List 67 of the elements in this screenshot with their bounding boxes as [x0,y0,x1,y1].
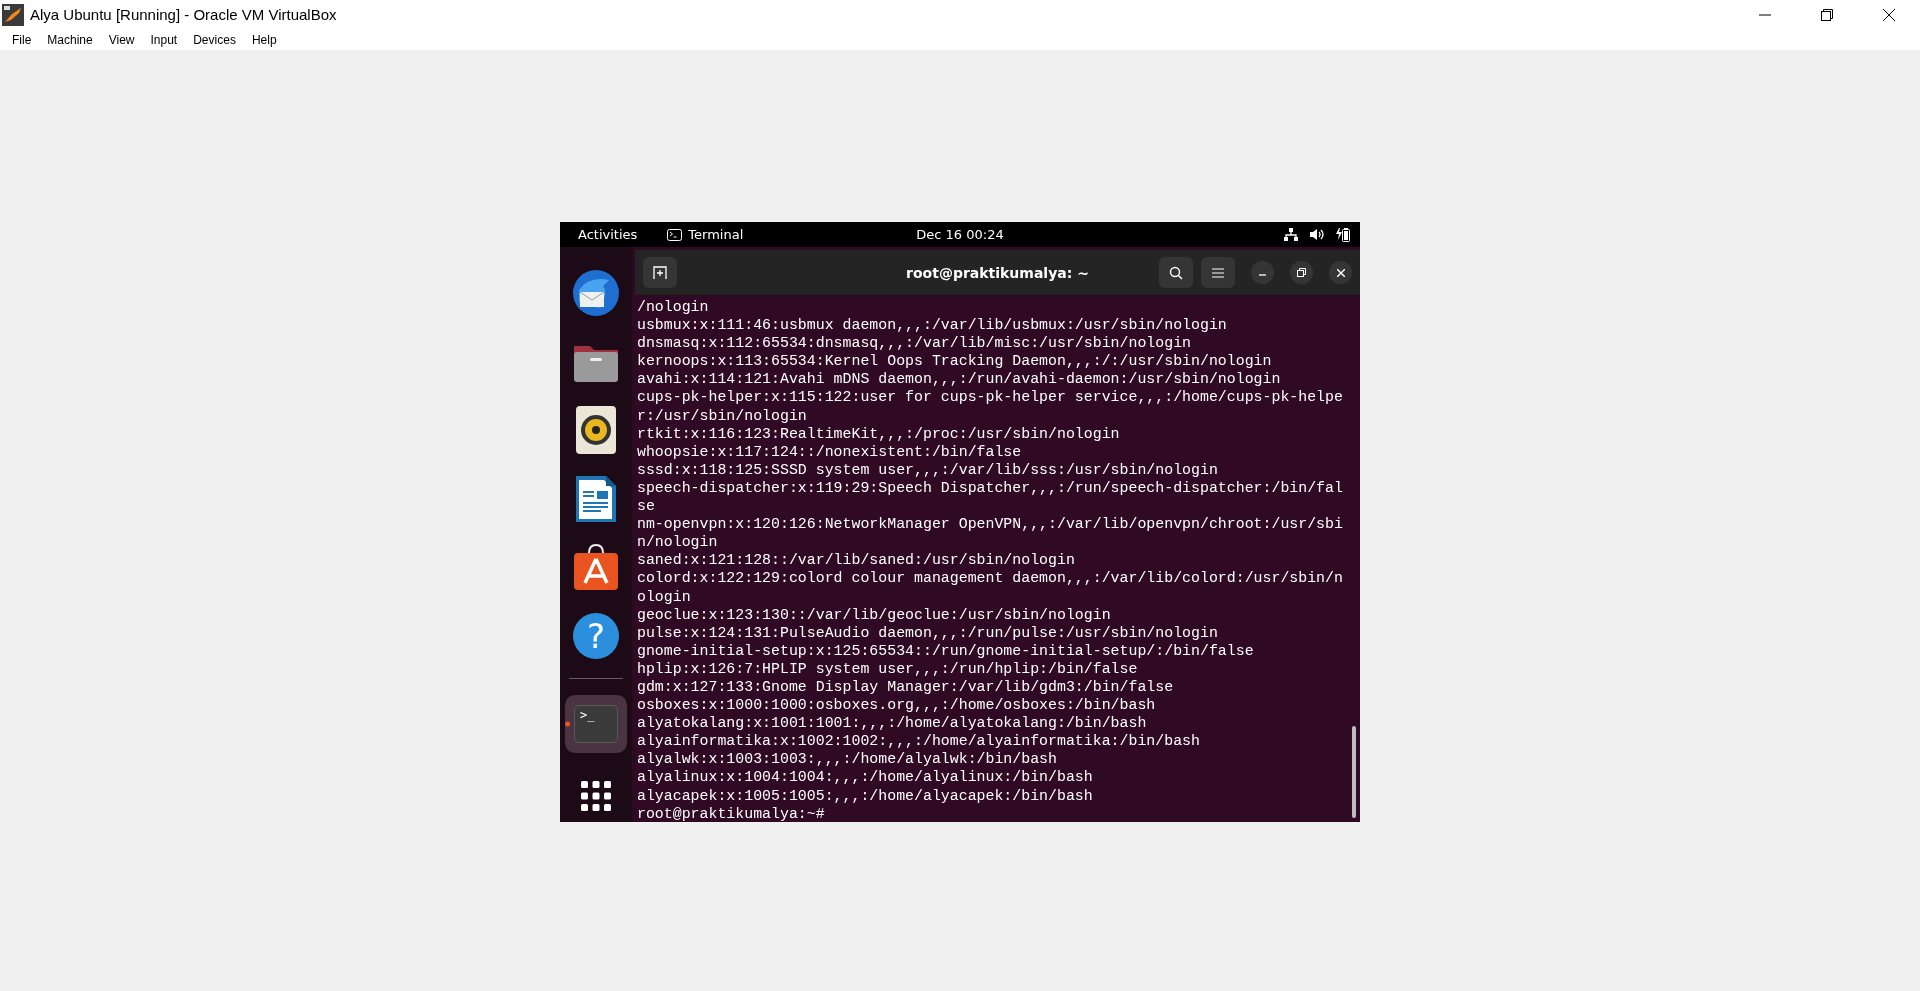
menu-item[interactable]: File [4,32,40,47]
terminal-line: avahi:x:114:121:Avahi mDNS daemon,,,:/run/avahi-daemon:/usr/sbin/nologin [637,370,1281,389]
activities-button[interactable]: Activities [560,227,656,242]
menu-button[interactable] [1201,257,1235,288]
menu-item[interactable]: Devices [185,32,244,47]
speaker-icon[interactable] [576,406,616,455]
terminal-line: geoclue:x:123:130::/var/lib/geoclue:/usr/sbin/nologin [637,605,1111,624]
menu-icon [1212,267,1224,278]
new-tab-button[interactable] [643,257,677,288]
terminal-line: rtkit:x:116:123:RealtimeKit,,,:/proc:/usr/sbin/nologin [637,424,1120,443]
close-icon [1336,268,1345,277]
terminal-icon [667,228,683,241]
terminal-line: usbmux:x:111:46:usbmux daemon,,,:/var/lib/usbmux:/usr/sbin/nologin [637,316,1227,335]
close-icon [1883,8,1895,21]
close-button[interactable] [1329,261,1352,284]
terminal-line: root@praktikumalya:~# [637,804,825,822]
active-dock-item[interactable]: >_ [565,695,627,754]
terminal-line: nm-openvpn:x:120:126:NetworkManager OpenVPN,,,:/var/lib/openvpn/chroot:/usr/sbi [637,515,1343,534]
maximize-button[interactable] [1290,261,1313,284]
terminal-line: se [637,497,655,516]
app-logo-icon [2,3,24,26]
terminal-line: n/nologin [637,533,718,552]
terminal-line: kernoops:x:113:65534:Kernel Oops Tracking Daemon,,,:/:/usr/sbin/nologin [637,352,1272,371]
bird-envelope-icon[interactable] [571,268,621,319]
terminal-icon[interactable]: >_ [574,705,618,744]
terminal-line: osboxes:x:1000:1000:osboxes.org,,,:/home/osboxes:/bin/bash [637,696,1156,715]
terminal-line: /nologin [637,298,709,317]
minimize-icon [1259,274,1266,276]
terminal-line: alyatokalang:x:1001:1001:,,,:/home/alyatokalang:/bin/bash [637,714,1147,733]
terminal-title: root@praktikumalya: ~ [906,264,1089,281]
menu-item[interactable]: Help [243,32,285,47]
terminal-line: alyalinux:x:1004:1004:,,,:/home/alyalinux:/bin/bash [637,768,1093,787]
terminal-line: gdm:x:127:133:Gnome Display Manager:/var/lib/gdm3:/bin/false [637,677,1174,697]
menu-item[interactable]: Input [142,32,186,47]
terminal-line: cups-pk-helper:x:115:122:user for cups-pk-helper service,,,:/home/cups-pk-helpe [637,388,1343,407]
volume-icon[interactable] [1310,228,1324,241]
terminal-line: pulse:x:124:131:PulseAudio daemon,,,:/run/pulse:/usr/sbin/nologin [637,623,1218,642]
restore-icon [1821,8,1833,21]
terminal-line: dnsmasq:x:112:65534:dnsmasq,,,:/var/lib/misc:/usr/sbin/nologin [637,334,1192,353]
new-tab-icon [653,265,667,280]
terminal-line: r:/usr/sbin/nologin [637,406,807,425]
document-icon[interactable] [575,474,617,523]
network-icon[interactable] [1284,228,1298,241]
terminal-line: hplip:x:126:7:HPLIP system user,,,:/run/hplip:/bin/false [637,659,1138,678]
app-grid-icon[interactable] [581,780,611,811]
terminal-line: alyacapek:x:1005:1005:,,,:/home/alyacapek:/bin/bash [637,786,1093,805]
terminal-line: gnome-initial-setup:x:125:65534::/run/gnome-initial-setup/:/bin/false [637,641,1254,660]
terminal-line: alyalwk:x:1003:1003:,,,:/home/alyalwk:/bin/bash [637,750,1057,769]
battery-icon[interactable] [1336,227,1350,242]
minimize-button[interactable] [1251,261,1274,284]
menu-item[interactable]: View [100,32,143,47]
maximize-icon [1297,268,1306,277]
terminal-line: saned:x:121:128::/var/lib/saned:/usr/sbin/nologin [637,551,1075,570]
terminal-line: colord:x:122:129:colord colour management daemon,,,:/var/lib/colord:/usr/sbin/n [637,569,1343,588]
search-icon [1169,265,1183,280]
shopping-bag-icon[interactable] [573,543,619,592]
scrollbar[interactable] [1352,726,1356,818]
terminal-line: alyainformatika:x:1002:1002:,,,:/home/alyainformatika:/bin/bash [637,732,1200,751]
terminal-line: speech-dispatcher:x:119:29:Speech Dispatcher,,,:/run/speech-dispatcher:/bin/fal [637,478,1343,498]
menu-item[interactable]: Machine [39,32,101,47]
terminal-line: ologin [637,587,691,606]
app-menu-label[interactable]: Terminal [688,227,744,242]
clock[interactable]: Dec 16 00:24 [916,227,1004,242]
search-button[interactable] [1159,257,1193,288]
window-title: Alya Ubuntu [Running] - Oracle VM VirtualBox [30,6,337,23]
terminal-line: sssd:x:118:125:SSSD system user,,,:/var/lib/sss:/usr/sbin/nologin [637,460,1218,479]
terminal-line: whoopsie:x:117:124::/nonexistent:/bin/false [637,442,1022,461]
